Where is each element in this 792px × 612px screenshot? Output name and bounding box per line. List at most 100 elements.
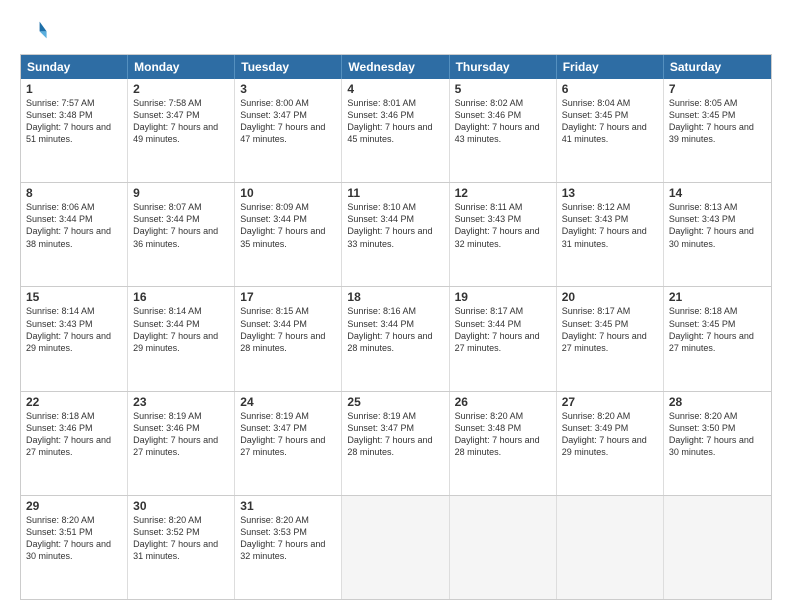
cal-header-friday: Friday — [557, 55, 664, 79]
day-info: Sunrise: 8:02 AM Sunset: 3:46 PM Dayligh… — [455, 97, 551, 146]
day-info: Sunrise: 8:12 AM Sunset: 3:43 PM Dayligh… — [562, 201, 658, 250]
day-number: 23 — [133, 395, 229, 409]
cal-day-28: 28Sunrise: 8:20 AM Sunset: 3:50 PM Dayli… — [664, 392, 771, 495]
cal-day-empty-4-4 — [450, 496, 557, 599]
cal-day-18: 18Sunrise: 8:16 AM Sunset: 3:44 PM Dayli… — [342, 287, 449, 390]
day-info: Sunrise: 8:20 AM Sunset: 3:49 PM Dayligh… — [562, 410, 658, 459]
day-number: 9 — [133, 186, 229, 200]
cal-day-3: 3Sunrise: 8:00 AM Sunset: 3:47 PM Daylig… — [235, 79, 342, 182]
day-number: 11 — [347, 186, 443, 200]
day-number: 17 — [240, 290, 336, 304]
page: SundayMondayTuesdayWednesdayThursdayFrid… — [0, 0, 792, 612]
day-number: 28 — [669, 395, 766, 409]
day-number: 24 — [240, 395, 336, 409]
cal-day-21: 21Sunrise: 8:18 AM Sunset: 3:45 PM Dayli… — [664, 287, 771, 390]
logo — [20, 16, 52, 44]
day-info: Sunrise: 8:20 AM Sunset: 3:52 PM Dayligh… — [133, 514, 229, 563]
cal-week-1: 1Sunrise: 7:57 AM Sunset: 3:48 PM Daylig… — [21, 79, 771, 182]
cal-day-8: 8Sunrise: 8:06 AM Sunset: 3:44 PM Daylig… — [21, 183, 128, 286]
cal-day-10: 10Sunrise: 8:09 AM Sunset: 3:44 PM Dayli… — [235, 183, 342, 286]
day-number: 1 — [26, 82, 122, 96]
cal-day-25: 25Sunrise: 8:19 AM Sunset: 3:47 PM Dayli… — [342, 392, 449, 495]
cal-header-monday: Monday — [128, 55, 235, 79]
day-number: 21 — [669, 290, 766, 304]
day-info: Sunrise: 8:00 AM Sunset: 3:47 PM Dayligh… — [240, 97, 336, 146]
cal-day-7: 7Sunrise: 8:05 AM Sunset: 3:45 PM Daylig… — [664, 79, 771, 182]
cal-day-11: 11Sunrise: 8:10 AM Sunset: 3:44 PM Dayli… — [342, 183, 449, 286]
day-info: Sunrise: 8:19 AM Sunset: 3:47 PM Dayligh… — [240, 410, 336, 459]
day-number: 27 — [562, 395, 658, 409]
cal-day-19: 19Sunrise: 8:17 AM Sunset: 3:44 PM Dayli… — [450, 287, 557, 390]
day-info: Sunrise: 8:01 AM Sunset: 3:46 PM Dayligh… — [347, 97, 443, 146]
day-number: 13 — [562, 186, 658, 200]
day-info: Sunrise: 8:16 AM Sunset: 3:44 PM Dayligh… — [347, 305, 443, 354]
day-number: 30 — [133, 499, 229, 513]
day-info: Sunrise: 8:07 AM Sunset: 3:44 PM Dayligh… — [133, 201, 229, 250]
day-number: 16 — [133, 290, 229, 304]
day-info: Sunrise: 8:19 AM Sunset: 3:47 PM Dayligh… — [347, 410, 443, 459]
cal-day-5: 5Sunrise: 8:02 AM Sunset: 3:46 PM Daylig… — [450, 79, 557, 182]
day-number: 10 — [240, 186, 336, 200]
cal-day-2: 2Sunrise: 7:58 AM Sunset: 3:47 PM Daylig… — [128, 79, 235, 182]
day-info: Sunrise: 8:18 AM Sunset: 3:46 PM Dayligh… — [26, 410, 122, 459]
cal-day-13: 13Sunrise: 8:12 AM Sunset: 3:43 PM Dayli… — [557, 183, 664, 286]
cal-day-14: 14Sunrise: 8:13 AM Sunset: 3:43 PM Dayli… — [664, 183, 771, 286]
day-number: 20 — [562, 290, 658, 304]
day-info: Sunrise: 8:20 AM Sunset: 3:53 PM Dayligh… — [240, 514, 336, 563]
day-number: 7 — [669, 82, 766, 96]
day-number: 12 — [455, 186, 551, 200]
day-info: Sunrise: 8:10 AM Sunset: 3:44 PM Dayligh… — [347, 201, 443, 250]
day-info: Sunrise: 8:19 AM Sunset: 3:46 PM Dayligh… — [133, 410, 229, 459]
cal-day-4: 4Sunrise: 8:01 AM Sunset: 3:46 PM Daylig… — [342, 79, 449, 182]
day-info: Sunrise: 8:18 AM Sunset: 3:45 PM Dayligh… — [669, 305, 766, 354]
cal-week-5: 29Sunrise: 8:20 AM Sunset: 3:51 PM Dayli… — [21, 495, 771, 599]
day-info: Sunrise: 8:13 AM Sunset: 3:43 PM Dayligh… — [669, 201, 766, 250]
day-number: 26 — [455, 395, 551, 409]
day-info: Sunrise: 8:17 AM Sunset: 3:44 PM Dayligh… — [455, 305, 551, 354]
day-info: Sunrise: 8:09 AM Sunset: 3:44 PM Dayligh… — [240, 201, 336, 250]
cal-day-empty-4-5 — [557, 496, 664, 599]
day-number: 29 — [26, 499, 122, 513]
day-info: Sunrise: 8:15 AM Sunset: 3:44 PM Dayligh… — [240, 305, 336, 354]
day-info: Sunrise: 8:14 AM Sunset: 3:44 PM Dayligh… — [133, 305, 229, 354]
day-number: 14 — [669, 186, 766, 200]
logo-icon — [20, 16, 48, 44]
day-number: 15 — [26, 290, 122, 304]
cal-day-empty-4-3 — [342, 496, 449, 599]
cal-header-tuesday: Tuesday — [235, 55, 342, 79]
cal-day-6: 6Sunrise: 8:04 AM Sunset: 3:45 PM Daylig… — [557, 79, 664, 182]
cal-header-sunday: Sunday — [21, 55, 128, 79]
cal-day-20: 20Sunrise: 8:17 AM Sunset: 3:45 PM Dayli… — [557, 287, 664, 390]
cal-day-31: 31Sunrise: 8:20 AM Sunset: 3:53 PM Dayli… — [235, 496, 342, 599]
day-number: 6 — [562, 82, 658, 96]
cal-week-3: 15Sunrise: 8:14 AM Sunset: 3:43 PM Dayli… — [21, 286, 771, 390]
cal-week-4: 22Sunrise: 8:18 AM Sunset: 3:46 PM Dayli… — [21, 391, 771, 495]
day-number: 31 — [240, 499, 336, 513]
day-info: Sunrise: 8:06 AM Sunset: 3:44 PM Dayligh… — [26, 201, 122, 250]
day-info: Sunrise: 7:57 AM Sunset: 3:48 PM Dayligh… — [26, 97, 122, 146]
cal-day-16: 16Sunrise: 8:14 AM Sunset: 3:44 PM Dayli… — [128, 287, 235, 390]
cal-day-26: 26Sunrise: 8:20 AM Sunset: 3:48 PM Dayli… — [450, 392, 557, 495]
day-info: Sunrise: 8:05 AM Sunset: 3:45 PM Dayligh… — [669, 97, 766, 146]
day-info: Sunrise: 8:20 AM Sunset: 3:50 PM Dayligh… — [669, 410, 766, 459]
day-info: Sunrise: 8:20 AM Sunset: 3:48 PM Dayligh… — [455, 410, 551, 459]
day-info: Sunrise: 8:17 AM Sunset: 3:45 PM Dayligh… — [562, 305, 658, 354]
cal-day-24: 24Sunrise: 8:19 AM Sunset: 3:47 PM Dayli… — [235, 392, 342, 495]
day-number: 2 — [133, 82, 229, 96]
cal-day-9: 9Sunrise: 8:07 AM Sunset: 3:44 PM Daylig… — [128, 183, 235, 286]
cal-header-thursday: Thursday — [450, 55, 557, 79]
calendar-body: 1Sunrise: 7:57 AM Sunset: 3:48 PM Daylig… — [21, 79, 771, 599]
cal-day-empty-4-6 — [664, 496, 771, 599]
day-number: 22 — [26, 395, 122, 409]
cal-header-wednesday: Wednesday — [342, 55, 449, 79]
cal-day-15: 15Sunrise: 8:14 AM Sunset: 3:43 PM Dayli… — [21, 287, 128, 390]
day-info: Sunrise: 8:14 AM Sunset: 3:43 PM Dayligh… — [26, 305, 122, 354]
day-number: 25 — [347, 395, 443, 409]
cal-day-22: 22Sunrise: 8:18 AM Sunset: 3:46 PM Dayli… — [21, 392, 128, 495]
header — [20, 16, 772, 44]
cal-day-30: 30Sunrise: 8:20 AM Sunset: 3:52 PM Dayli… — [128, 496, 235, 599]
cal-day-17: 17Sunrise: 8:15 AM Sunset: 3:44 PM Dayli… — [235, 287, 342, 390]
day-info: Sunrise: 8:20 AM Sunset: 3:51 PM Dayligh… — [26, 514, 122, 563]
day-info: Sunrise: 8:04 AM Sunset: 3:45 PM Dayligh… — [562, 97, 658, 146]
calendar: SundayMondayTuesdayWednesdayThursdayFrid… — [20, 54, 772, 600]
